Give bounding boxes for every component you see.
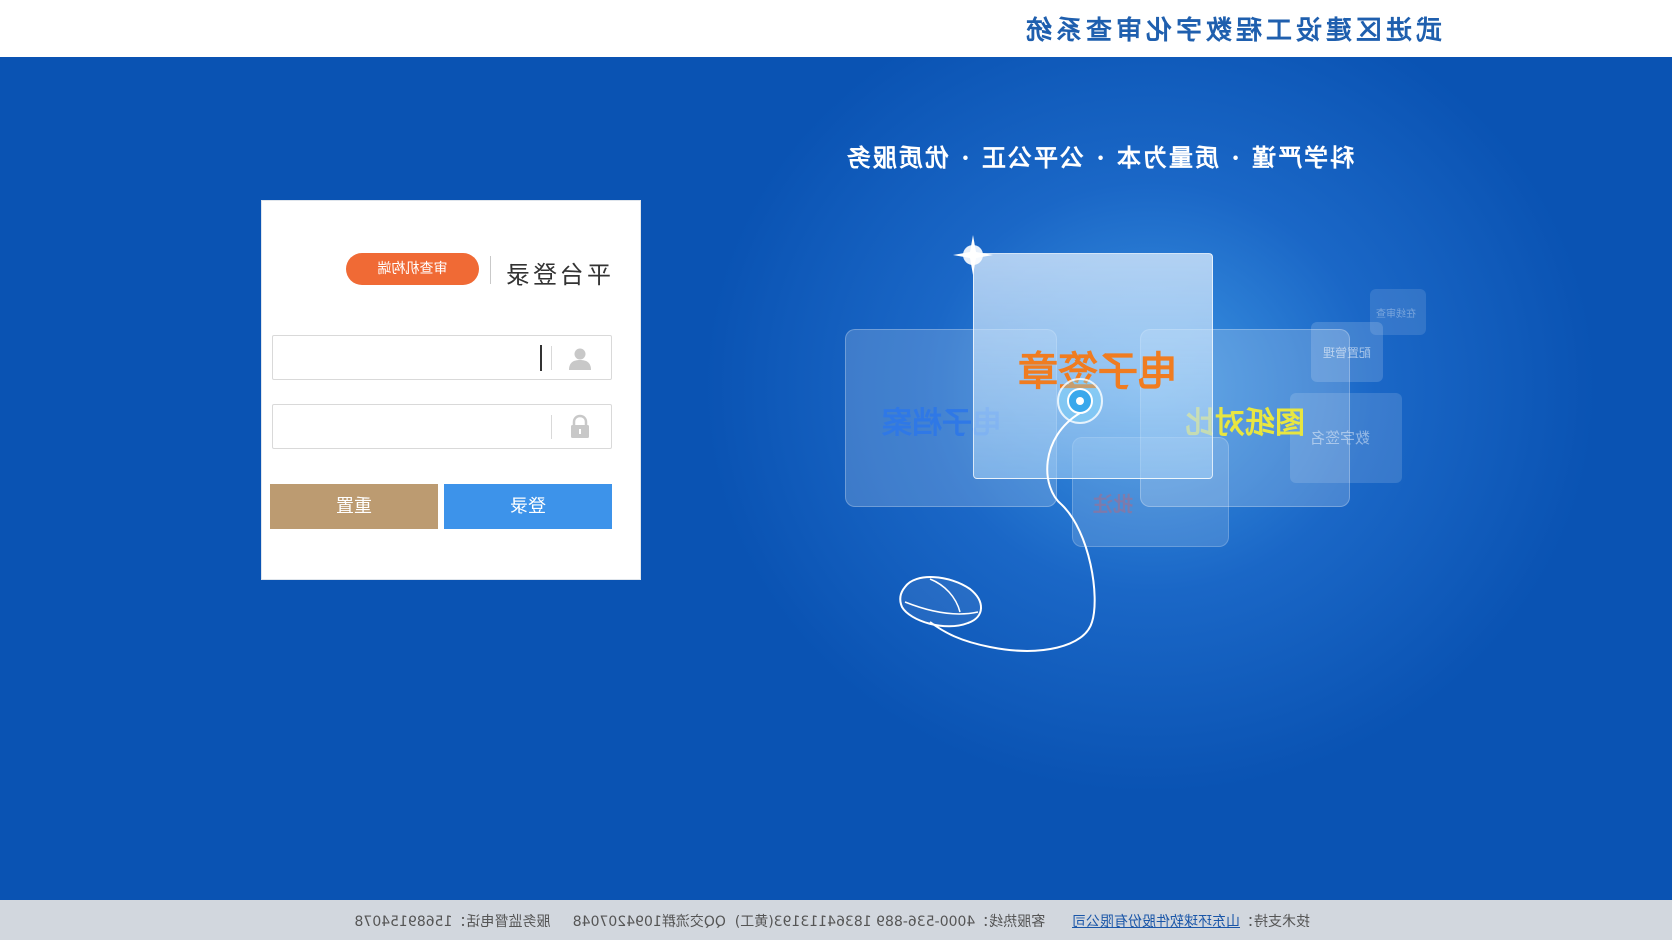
login-button[interactable]: 登录 bbox=[444, 484, 612, 529]
supervision-value: 15689154078 bbox=[354, 914, 453, 930]
username-field[interactable] bbox=[272, 335, 612, 380]
system-title: 武进区建设工程数字化审查系统 bbox=[1021, 16, 1442, 46]
main-background: 科学严谨 · 质量为本 · 公平公正 · 优质服务 在线审查 配置管理 数字签名… bbox=[0, 57, 1672, 900]
mouse-icon bbox=[899, 576, 982, 628]
hotline-label: 客服热线： bbox=[975, 914, 1046, 930]
header-bar: 武进区建设工程数字化审查系统 bbox=[0, 0, 1672, 57]
footer-bar: 技术支持：山东环球软件股份有限公司 客服热线：4000-536-889 1836… bbox=[0, 900, 1672, 940]
feature-illustration: 在线审查 配置管理 数字签名 电子档案 批注 图纸对比 电子签章 bbox=[0, 57, 1672, 900]
qq-label: QQ交流群 bbox=[661, 914, 726, 930]
user-icon bbox=[569, 348, 591, 370]
illustration-graphics bbox=[899, 235, 1103, 652]
reset-button[interactable]: 重置 bbox=[270, 484, 438, 529]
title-divider bbox=[490, 256, 491, 284]
password-input[interactable] bbox=[273, 405, 549, 448]
footer-info: 技术支持：山东环球软件股份有限公司 客服热线：4000-536-889 1836… bbox=[354, 911, 1310, 931]
lock-icon bbox=[571, 414, 589, 438]
tech-support-link[interactable]: 山东环球软件股份有限公司 bbox=[1072, 914, 1240, 930]
click-target-icon bbox=[1057, 378, 1103, 424]
username-input[interactable] bbox=[273, 336, 549, 379]
login-panel: 平台登录 审查机构端 重置 登录 bbox=[261, 200, 641, 580]
hotline-value: 4000-536-889 18364113193(黄工) bbox=[734, 914, 976, 930]
login-title: 平台登录 bbox=[503, 261, 611, 289]
qq-value: 1094207048 bbox=[572, 914, 662, 930]
tech-support-label: 技术支持： bbox=[1240, 914, 1310, 930]
sparkle-icon bbox=[953, 235, 993, 275]
field-separator bbox=[551, 346, 552, 370]
password-field[interactable] bbox=[272, 404, 612, 449]
text-caret bbox=[540, 345, 542, 371]
field-separator bbox=[551, 415, 552, 439]
role-tag-button[interactable]: 审查机构端 bbox=[346, 253, 479, 285]
supervision-label: 服务监督电话： bbox=[452, 914, 551, 930]
